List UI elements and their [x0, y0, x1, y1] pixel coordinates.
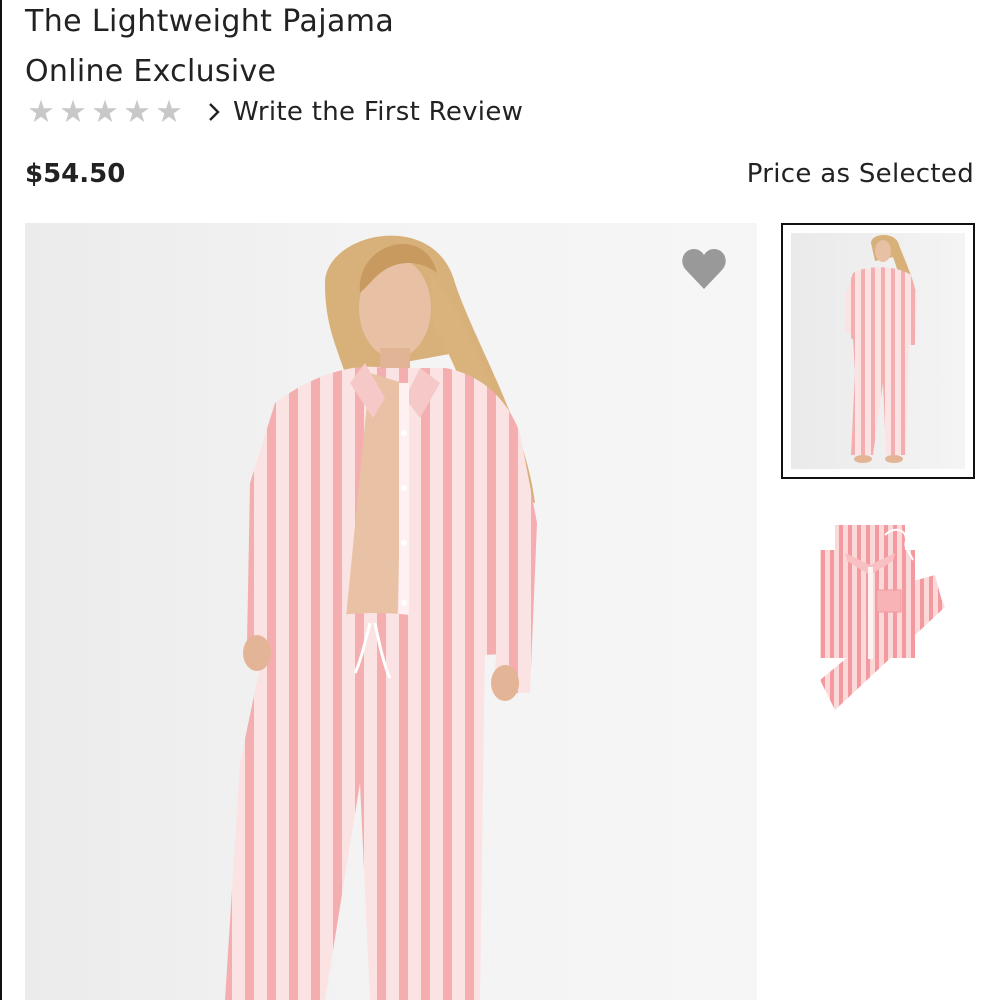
star-icon: ★	[123, 94, 151, 130]
star-icon: ★	[91, 94, 119, 130]
thumbnail-folded-image	[820, 525, 945, 710]
thumbnail-model[interactable]	[781, 223, 975, 479]
thumbnail-folded[interactable]	[785, 505, 970, 725]
main-product-image	[25, 223, 757, 1000]
thumbnail-model-image	[791, 233, 965, 469]
star-icon: ★	[59, 94, 87, 130]
rating-row: ★ ★ ★ ★ ★ Write the First Review	[25, 94, 523, 130]
star-icon: ★	[27, 94, 55, 130]
product-subtitle: Online Exclusive	[25, 54, 277, 89]
model-photo	[225, 235, 537, 1000]
left-edge-divider	[0, 0, 2, 1000]
chevron-right-icon	[207, 94, 233, 130]
star-rating: ★ ★ ★ ★ ★	[25, 94, 185, 130]
price-note: Price as Selected	[746, 159, 974, 189]
write-review-label: Write the First Review	[233, 97, 524, 127]
write-review-link[interactable]: Write the First Review	[207, 94, 523, 130]
product-price: $54.50	[25, 159, 126, 189]
heart-icon[interactable]	[680, 245, 728, 293]
product-title: The Lightweight Pajama	[25, 4, 395, 39]
star-icon: ★	[155, 94, 183, 130]
